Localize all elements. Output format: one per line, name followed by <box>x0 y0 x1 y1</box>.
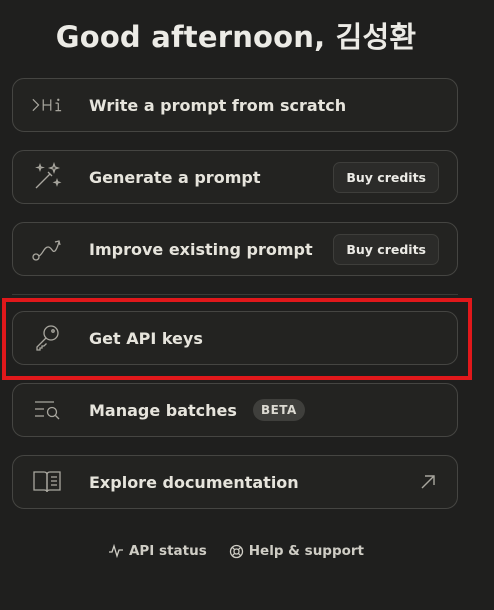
write-prompt-label: Write a prompt from scratch <box>89 95 347 115</box>
buy-credits-button[interactable]: Buy credits <box>333 234 439 265</box>
section-divider <box>12 294 458 295</box>
book-icon <box>31 466 63 498</box>
generate-prompt-card[interactable]: Generate a prompt Buy credits <box>12 150 458 204</box>
arrow-up-right-icon <box>419 473 437 495</box>
terminal-hi-icon <box>31 89 63 121</box>
activity-icon <box>108 544 124 558</box>
help-support-label: Help & support <box>248 543 365 559</box>
lifebuoy-icon <box>229 544 244 559</box>
api-status-label: API status <box>128 543 207 559</box>
buy-credits-button[interactable]: Buy credits <box>333 162 439 193</box>
beta-badge: BETA <box>252 399 305 421</box>
highlight-box <box>2 298 472 380</box>
greeting-title: Good afternoon, 김성환 <box>55 20 417 54</box>
generate-prompt-label: Generate a prompt <box>89 167 261 187</box>
footer-links: API status Help & support <box>0 543 472 559</box>
improve-prompt-label: Improve existing prompt <box>89 239 313 259</box>
explore-docs-card[interactable]: Explore documentation <box>12 455 458 509</box>
list-search-icon <box>31 394 63 426</box>
manage-batches-label: Manage batches <box>89 400 237 420</box>
api-status-link[interactable]: API status <box>108 543 207 559</box>
write-prompt-card[interactable]: Write a prompt from scratch <box>12 78 458 132</box>
manage-batches-card[interactable]: Manage batches BETA <box>12 383 458 437</box>
curve-path-icon <box>31 233 63 265</box>
improve-prompt-card[interactable]: Improve existing prompt Buy credits <box>12 222 458 276</box>
magic-wand-icon <box>31 161 63 193</box>
help-support-link[interactable]: Help & support <box>229 543 364 559</box>
explore-docs-label: Explore documentation <box>89 472 299 492</box>
